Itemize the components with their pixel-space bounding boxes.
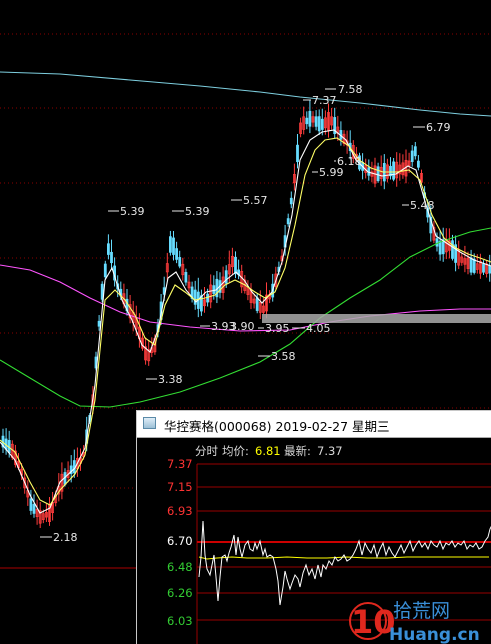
candle-body — [314, 116, 318, 127]
y-label: 6.03 — [167, 614, 193, 628]
label-338: 3.38 — [158, 373, 183, 386]
annotation-557: 5.57 — [231, 194, 268, 207]
label-539a: 5.39 — [120, 205, 145, 218]
label-539b: 5.39 — [185, 205, 210, 218]
candle-body — [438, 240, 442, 255]
label-557: 5.57 — [243, 194, 268, 207]
annotation-338: 3.38 — [146, 373, 183, 386]
annotation-539b: 5.39 — [172, 205, 210, 218]
candle-body — [212, 285, 216, 294]
candle-body — [97, 320, 101, 327]
y-label: 7.37 — [167, 457, 193, 471]
window-icon — [143, 417, 156, 429]
candle-body — [435, 238, 439, 247]
candle-body — [472, 258, 476, 273]
candle-body — [413, 146, 417, 157]
candle-body — [103, 263, 107, 278]
label-737: 7.37 — [312, 94, 337, 107]
ma-line-cyan — [0, 71, 491, 117]
label-405: 4.05 — [306, 322, 331, 335]
candle-body — [175, 248, 179, 260]
intraday-price-line — [198, 520, 491, 606]
label-679: 6.79 — [426, 121, 451, 134]
candle-body — [376, 166, 380, 182]
annotation-395: 3.95 — [258, 322, 290, 335]
annotation-358: 3.58 — [258, 350, 296, 363]
candle-body — [107, 243, 110, 255]
annotation-548: 5.48 — [402, 199, 435, 212]
avg-price-label: 均价: — [222, 444, 249, 458]
avg-price-line — [198, 556, 489, 560]
candle-body — [320, 118, 324, 130]
label-390: 3.90 — [230, 320, 255, 333]
candle-body — [289, 197, 293, 205]
candle-body — [469, 257, 473, 273]
intraday-chart[interactable]: 分时 均价: 6.81 最新: 7.37 7.37 7.15 6.93 6.70… — [137, 437, 491, 644]
latest-price-label: 最新: — [284, 444, 311, 458]
y-label: 7.15 — [167, 480, 193, 494]
candle-body — [172, 237, 175, 255]
y-label: 6.93 — [167, 504, 193, 518]
intraday-y-axis: 7.37 7.15 6.93 6.70 6.48 6.26 6.03 — [167, 457, 193, 628]
label-548: 5.48 — [410, 199, 435, 212]
watermark-domain: Huang.cn — [389, 625, 480, 644]
candle-body — [416, 160, 420, 168]
y-label: 6.48 — [167, 560, 193, 574]
label-358: 3.58 — [271, 350, 296, 363]
annotation-737: 7.37 — [303, 94, 337, 107]
candle-body — [110, 251, 113, 264]
candle-body — [206, 293, 210, 303]
y-label: 6.26 — [167, 586, 193, 600]
candle-body — [178, 257, 182, 267]
candle-body — [305, 117, 309, 125]
candle-body — [255, 297, 259, 311]
label-218: 2.18 — [53, 531, 78, 544]
candle-body — [482, 263, 485, 273]
y-label-prevclose: 6.70 — [167, 534, 193, 548]
annotation-218: 2.18 — [40, 531, 78, 544]
annotation-539a: 5.39 — [108, 205, 145, 218]
label-599: 5.99 — [319, 166, 344, 179]
candle-body — [317, 116, 321, 132]
intraday-header-label: 分时 — [195, 444, 218, 458]
candle-body — [451, 240, 454, 259]
candle-body — [392, 161, 396, 180]
annotation-599: 5.99 — [312, 166, 344, 179]
candle-body — [29, 498, 33, 511]
annotation-405: 4.05 — [292, 322, 331, 335]
candle-body — [168, 236, 172, 253]
candle-body — [296, 144, 299, 163]
popup-title: 华控赛格(000068) 2019-02-27 星期三 — [164, 419, 390, 434]
label-395: 3.95 — [265, 322, 290, 335]
candle-body — [32, 504, 36, 514]
candle-body — [410, 150, 414, 162]
candle-body — [72, 460, 76, 474]
intraday-popup[interactable]: 华控赛格(000068) 2019-02-27 星期三 分时 均价: 6.81 … — [136, 410, 491, 644]
watermark: 10 拾荒网 Huang.cn — [349, 600, 480, 644]
annotation-679: 6.79 — [413, 121, 451, 134]
candle-body — [286, 218, 290, 225]
candle-body — [234, 256, 237, 275]
candle-body — [308, 110, 312, 127]
candle-body — [224, 270, 228, 284]
avg-price-value: 6.81 — [255, 444, 281, 458]
label-758: 7.58 — [338, 83, 363, 96]
watermark-cn: 拾荒网 — [393, 600, 450, 622]
popup-titlebar[interactable]: 华控赛格(000068) 2019-02-27 星期三 — [137, 411, 491, 438]
highlight-band — [262, 314, 491, 323]
candle-body — [184, 272, 188, 283]
candle-body — [488, 265, 491, 274]
latest-price-value: 7.37 — [317, 444, 343, 458]
